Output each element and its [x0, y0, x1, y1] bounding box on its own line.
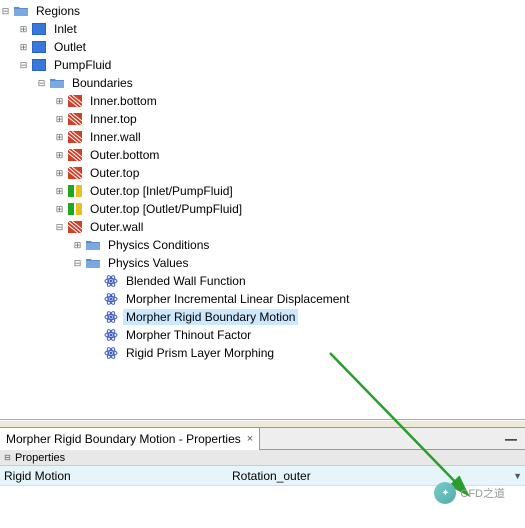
collapse-icon[interactable]: ⊟	[18, 60, 29, 71]
tree-label: Physics Values	[105, 255, 191, 271]
tree-row-morpher-rigid[interactable]: · Morpher Rigid Boundary Motion	[0, 308, 525, 326]
boundary-icon	[67, 93, 83, 109]
tree-label: Inner.wall	[87, 129, 144, 145]
tree-row-physics-conditions[interactable]: ⊞ Physics Conditions	[0, 236, 525, 254]
expand-icon[interactable]: ⊞	[18, 24, 29, 35]
property-value-cell[interactable]: Rotation_outer ▼	[228, 469, 525, 483]
physics-icon	[103, 309, 119, 325]
folder-icon	[49, 75, 65, 91]
expand-icon[interactable]: ⊞	[54, 150, 65, 161]
physics-icon	[103, 291, 119, 307]
tree-row-value[interactable]: · Rigid Prism Layer Morphing	[0, 344, 525, 362]
physics-icon	[103, 327, 119, 343]
tree-row-interface[interactable]: ⊞ Outer.top [Outlet/PumpFluid]	[0, 200, 525, 218]
chevron-down-icon[interactable]: ▼	[513, 471, 522, 481]
tree-row-interface[interactable]: ⊞ Outer.top [Inlet/PumpFluid]	[0, 182, 525, 200]
tree-row-outlet[interactable]: ⊞ Outlet	[0, 38, 525, 56]
boundary-icon	[67, 219, 83, 235]
tree-row-physics-values[interactable]: ⊟ Physics Values	[0, 254, 525, 272]
close-icon[interactable]: ×	[247, 433, 253, 445]
tree-row-value[interactable]: · Morpher Incremental Linear Displacemen…	[0, 290, 525, 308]
folder-icon	[13, 3, 29, 19]
expand-icon[interactable]: ⊞	[54, 186, 65, 197]
region-icon	[31, 39, 47, 55]
properties-tab[interactable]: Morpher Rigid Boundary Motion - Properti…	[0, 428, 260, 450]
folder-icon	[85, 237, 101, 253]
region-icon	[31, 21, 47, 37]
tree-label: Outer.top [Inlet/PumpFluid]	[87, 183, 236, 199]
tree-row-boundary[interactable]: ⊞ Inner.top	[0, 110, 525, 128]
collapse-icon[interactable]: ⊟	[2, 452, 13, 463]
boundary-icon	[67, 147, 83, 163]
watermark-text: CFD之道	[460, 485, 505, 501]
boundary-icon	[67, 165, 83, 181]
tree-label: Boundaries	[69, 75, 136, 91]
tree-panel[interactable]: ⊟ Regions ⊞ Inlet ⊞ Outlet ⊟ PumpFluid ⊟…	[0, 0, 525, 420]
tree-label: Outer.top [Outlet/PumpFluid]	[87, 201, 245, 217]
tree-row-value[interactable]: · Blended Wall Function	[0, 272, 525, 290]
minimize-button[interactable]: —	[497, 432, 525, 446]
properties-section-header[interactable]: ⊟ Properties	[0, 450, 525, 466]
tree-label: Regions	[33, 3, 83, 19]
folder-icon	[85, 255, 101, 271]
collapse-icon[interactable]: ⊟	[72, 258, 83, 269]
tree-row-boundary[interactable]: ⊞ Outer.bottom	[0, 146, 525, 164]
tree-label: Inner.bottom	[87, 93, 160, 109]
tree-label: Physics Conditions	[105, 237, 212, 253]
interface-icon	[67, 201, 83, 217]
tree-row-value[interactable]: · Morpher Thinout Factor	[0, 326, 525, 344]
tree-row-boundaries[interactable]: ⊟ Boundaries	[0, 74, 525, 92]
tree-row-boundary[interactable]: ⊞ Inner.bottom	[0, 92, 525, 110]
property-label: Rigid Motion	[0, 469, 228, 483]
tree-row-pumpfluid[interactable]: ⊟ PumpFluid	[0, 56, 525, 74]
expand-icon[interactable]: ⊞	[54, 132, 65, 143]
tab-label: Morpher Rigid Boundary Motion - Properti…	[6, 432, 241, 446]
expand-icon[interactable]: ⊞	[54, 204, 65, 215]
expand-icon[interactable]: ⊞	[54, 114, 65, 125]
collapse-icon[interactable]: ⊟	[0, 6, 11, 17]
tree-label: Outer.top	[87, 165, 142, 181]
tree-label: Rigid Prism Layer Morphing	[123, 345, 277, 361]
tree-row-regions[interactable]: ⊟ Regions	[0, 2, 525, 20]
expand-icon[interactable]: ⊞	[72, 240, 83, 251]
physics-icon	[103, 273, 119, 289]
region-icon	[31, 57, 47, 73]
tree-label: Morpher Incremental Linear Displacement	[123, 291, 352, 307]
tree-label: Inlet	[51, 21, 80, 37]
tree-row-inlet[interactable]: ⊞ Inlet	[0, 20, 525, 38]
tree-row-boundary[interactable]: ⊟ Outer.wall	[0, 218, 525, 236]
properties-tab-bar: Morpher Rigid Boundary Motion - Properti…	[0, 428, 525, 450]
tree-label: Outer.wall	[87, 219, 146, 235]
tree-label: PumpFluid	[51, 57, 114, 73]
expand-icon[interactable]: ⊞	[18, 42, 29, 53]
interface-icon	[67, 183, 83, 199]
property-value: Rotation_outer	[232, 469, 311, 483]
tree-label: Outlet	[51, 39, 89, 55]
boundary-icon	[67, 129, 83, 145]
collapse-icon[interactable]: ⊟	[36, 78, 47, 89]
property-row-rigid-motion[interactable]: Rigid Motion Rotation_outer ▼	[0, 466, 525, 486]
physics-icon	[103, 345, 119, 361]
collapse-icon[interactable]: ⊟	[54, 222, 65, 233]
tree-label: Morpher Thinout Factor	[123, 327, 254, 343]
boundary-icon	[67, 111, 83, 127]
tree-row-boundary[interactable]: ⊞ Outer.top	[0, 164, 525, 182]
expand-icon[interactable]: ⊞	[54, 168, 65, 179]
tree-label: Morpher Rigid Boundary Motion	[123, 309, 298, 325]
section-label: Properties	[15, 452, 65, 464]
tree-label: Outer.bottom	[87, 147, 162, 163]
tree-label: Inner.top	[87, 111, 140, 127]
expand-icon[interactable]: ⊞	[54, 96, 65, 107]
tree-label: Blended Wall Function	[123, 273, 249, 289]
tree-row-boundary[interactable]: ⊞ Inner.wall	[0, 128, 525, 146]
